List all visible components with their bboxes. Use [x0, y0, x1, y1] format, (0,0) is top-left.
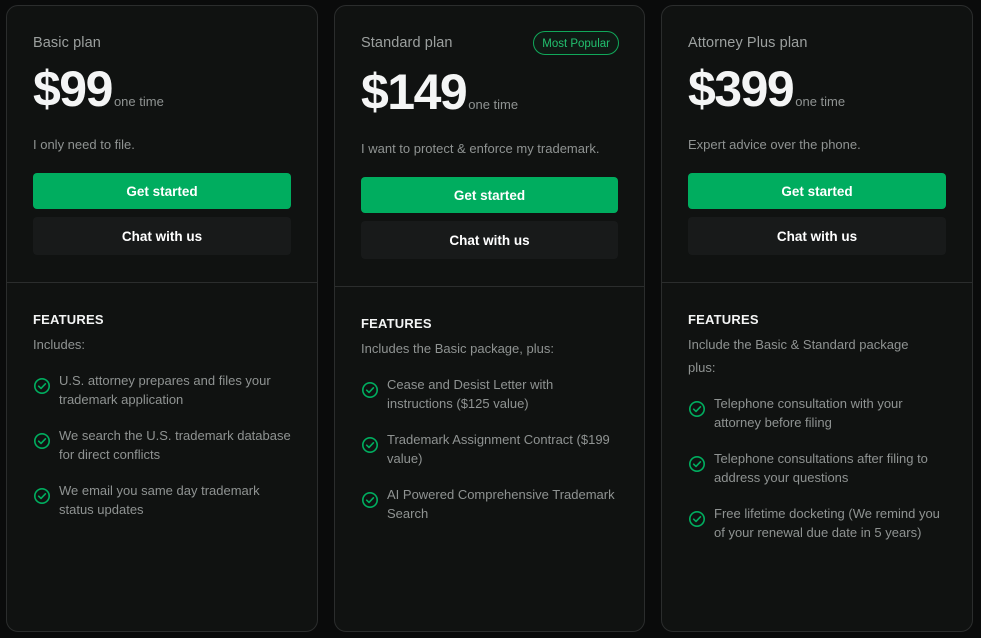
features-includes: Includes the Basic package, plus: — [361, 341, 554, 356]
feature-list: Cease and Desist Letter with instruction… — [361, 375, 618, 523]
feature-item: Cease and Desist Letter with instruction… — [361, 375, 618, 413]
get-started-button[interactable]: Get started — [361, 177, 618, 213]
price-row: $149 one time — [361, 67, 518, 117]
check-circle-icon — [361, 381, 379, 399]
feature-item: AI Powered Comprehensive Trademark Searc… — [361, 485, 618, 523]
check-circle-icon — [361, 491, 379, 509]
feature-text: We search the U.S. trademark database fo… — [59, 428, 291, 462]
plan-price: $149 — [361, 64, 468, 120]
features-title: FEATURES — [688, 312, 759, 327]
features-title: FEATURES — [361, 316, 432, 331]
feature-item: Telephone consultation with your attorne… — [688, 394, 946, 432]
check-circle-icon — [33, 487, 51, 505]
feature-item: U.S. attorney prepares and files your tr… — [33, 371, 291, 409]
price-period: one time — [113, 94, 164, 109]
check-circle-icon — [688, 510, 706, 528]
feature-list: Telephone consultation with your attorne… — [688, 394, 946, 542]
check-circle-icon — [33, 377, 51, 395]
price-row: $399 one time — [688, 64, 845, 114]
price-period: one time — [468, 97, 519, 112]
feature-text: Telephone consultations after filing to … — [714, 451, 928, 485]
plan-name: Basic plan — [33, 35, 101, 51]
feature-item: Free lifetime docketing (We remind you o… — [688, 504, 946, 542]
plan-card-standard: Standard plan Most Popular $149 one time… — [334, 5, 645, 632]
features-includes: Include the Basic & Standard package plu… — [688, 337, 909, 375]
plan-header: Basic plan $99 one time I only need to f… — [7, 6, 317, 283]
feature-text: Trademark Assignment Contract ($199 valu… — [387, 432, 610, 466]
plan-features: FEATURES Includes the Basic package, plu… — [335, 316, 644, 523]
plan-features: FEATURES Include the Basic & Standard pa… — [662, 312, 972, 542]
feature-text: Telephone consultation with your attorne… — [714, 396, 903, 430]
plan-name: Attorney Plus plan — [688, 35, 808, 51]
feature-text: Cease and Desist Letter with instruction… — [387, 377, 554, 411]
check-circle-icon — [33, 432, 51, 450]
most-popular-badge: Most Popular — [533, 31, 619, 55]
price-row: $99 one time — [33, 64, 164, 114]
feature-text: AI Powered Comprehensive Trademark Searc… — [387, 487, 615, 521]
check-circle-icon — [688, 400, 706, 418]
plan-header: Standard plan Most Popular $149 one time… — [335, 6, 644, 287]
check-circle-icon — [361, 436, 379, 454]
feature-text: U.S. attorney prepares and files your tr… — [59, 373, 271, 407]
plan-name: Standard plan — [361, 35, 453, 51]
feature-item: We search the U.S. trademark database fo… — [33, 426, 291, 464]
feature-item: Telephone consultations after filing to … — [688, 449, 946, 487]
chat-with-us-button[interactable]: Chat with us — [33, 217, 291, 255]
get-started-button[interactable]: Get started — [33, 173, 291, 209]
price-period: one time — [795, 94, 846, 109]
plan-features: FEATURES Includes: U.S. attorney prepare… — [7, 312, 317, 519]
features-title: FEATURES — [33, 312, 104, 327]
feature-list: U.S. attorney prepares and files your tr… — [33, 371, 291, 519]
plan-tagline: Expert advice over the phone. — [688, 137, 861, 152]
plan-card-attorney-plus: Attorney Plus plan $399 one time Expert … — [661, 5, 973, 632]
plan-card-basic: Basic plan $99 one time I only need to f… — [6, 5, 318, 632]
features-includes: Includes: — [33, 337, 86, 352]
feature-item: Trademark Assignment Contract ($199 valu… — [361, 430, 618, 468]
chat-with-us-button[interactable]: Chat with us — [688, 217, 946, 255]
plan-price: $99 — [33, 61, 113, 117]
feature-item: We email you same day trademark status u… — [33, 481, 291, 519]
feature-text: Free lifetime docketing (We remind you o… — [714, 506, 940, 540]
plan-tagline: I only need to file. — [33, 137, 135, 152]
plan-tagline: I want to protect & enforce my trademark… — [361, 141, 600, 156]
plan-price: $399 — [688, 61, 795, 117]
pricing-section: Basic plan $99 one time I only need to f… — [0, 0, 981, 638]
plan-header: Attorney Plus plan $399 one time Expert … — [662, 6, 972, 283]
check-circle-icon — [688, 455, 706, 473]
get-started-button[interactable]: Get started — [688, 173, 946, 209]
chat-with-us-button[interactable]: Chat with us — [361, 221, 618, 259]
feature-text: We email you same day trademark status u… — [59, 483, 260, 517]
